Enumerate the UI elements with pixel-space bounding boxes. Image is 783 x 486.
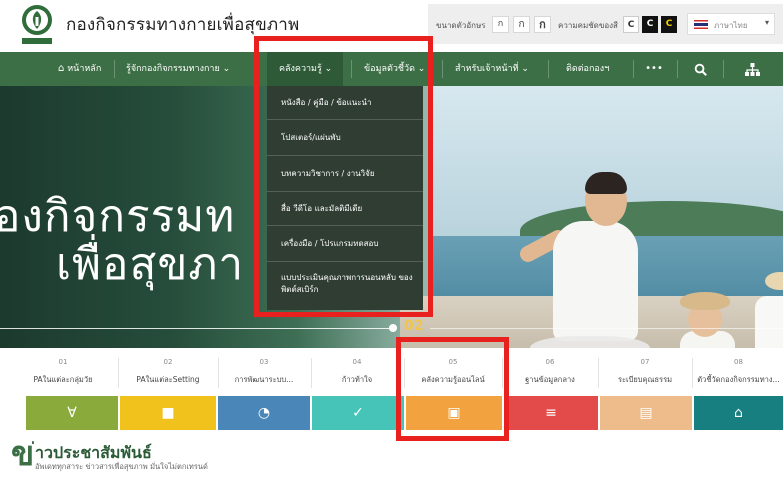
nav-contact[interactable]: ติดต่อกองฯ bbox=[566, 52, 609, 86]
hero-title-line2: เพื่อสุขภา bbox=[56, 239, 245, 290]
department-logo[interactable] bbox=[20, 4, 54, 46]
sitemap-icon bbox=[744, 63, 760, 76]
hero-person-hair bbox=[585, 172, 627, 194]
contrast-dark-button[interactable]: C bbox=[642, 16, 658, 33]
database-icon: ≡ bbox=[545, 405, 557, 421]
search-button[interactable] bbox=[680, 52, 720, 86]
quicklink-label: ระเบียบคุณธรรม bbox=[617, 375, 673, 384]
hero-hat bbox=[680, 292, 730, 310]
gauge-icon: ◔ bbox=[257, 405, 271, 421]
quicklink-number: 02 bbox=[163, 358, 173, 366]
contrast-yellow-button[interactable]: C bbox=[661, 16, 677, 33]
running-icon: ∀ bbox=[67, 405, 77, 421]
language-select[interactable]: ภาษาไทย ▾ bbox=[687, 13, 775, 35]
quicklink-4-icon-button[interactable]: ✓ bbox=[312, 396, 404, 430]
highlight-box-online-knowledge bbox=[396, 337, 509, 441]
quicklink-1[interactable]: 01 PAในแต่ละกลุ่มวัย bbox=[10, 348, 116, 396]
quicklink-divider bbox=[311, 358, 312, 388]
home-icon: ⌂ bbox=[58, 63, 65, 74]
slider-dot[interactable] bbox=[389, 324, 397, 332]
news-heading-initial: ข bbox=[11, 434, 35, 474]
quicklink-number: 04 bbox=[352, 358, 362, 366]
quicklink-label: ฐานข้อมูลกลาง bbox=[525, 375, 575, 384]
highlight-box-knowledge-menu bbox=[254, 36, 433, 317]
quicklink-number: 01 bbox=[58, 358, 68, 366]
quicklink-8-icon-button[interactable]: ⌂ bbox=[694, 396, 783, 430]
nav-divider bbox=[114, 60, 115, 78]
nav-divider bbox=[548, 60, 549, 78]
nav-divider bbox=[723, 60, 724, 78]
font-size-label: ขนาดตัวอักษร bbox=[436, 21, 486, 30]
site-title: กองกิจกรรมทางกายเพื่อสุขภาพ bbox=[66, 15, 300, 35]
more-menu-button[interactable]: ••• bbox=[634, 52, 674, 86]
sitemap-button[interactable] bbox=[732, 52, 772, 86]
nav-staff[interactable]: สำหรับเจ้าหน้าที่ ⌄ bbox=[455, 52, 529, 86]
quicklink-number: 06 bbox=[545, 358, 555, 366]
quicklink-3[interactable]: 03 การพัฒนาระบบ... bbox=[220, 348, 308, 396]
profile-card-icon: ▤ bbox=[639, 405, 653, 421]
quicklink-label: การพัฒนาระบบ... bbox=[234, 375, 294, 384]
language-value: ภาษาไทย bbox=[714, 21, 748, 30]
quicklink-divider bbox=[218, 358, 219, 388]
quicklink-1-icon-button[interactable]: ∀ bbox=[26, 396, 118, 430]
quicklink-number: 07 bbox=[640, 358, 650, 366]
quicklink-label: ตัวชี้วัดกองกิจกรรมทาง... bbox=[697, 375, 780, 384]
quicklink-8[interactable]: 08 ตัวชี้วัดกองกิจกรรมทาง... bbox=[694, 348, 783, 396]
quicklink-label: ก้าวท้าใจ bbox=[341, 375, 373, 384]
search-icon bbox=[694, 63, 707, 76]
quicklink-divider bbox=[598, 358, 599, 388]
quicklink-2[interactable]: 02 PAในแต่ละSetting bbox=[120, 348, 216, 396]
slide-number: 02 bbox=[404, 318, 424, 334]
nav-divider bbox=[442, 60, 443, 78]
hero-cloth bbox=[530, 336, 650, 348]
nav-home-label: หน้าหลัก bbox=[67, 64, 102, 74]
hero-person-kid bbox=[755, 296, 783, 348]
bank-icon: ⌂ bbox=[734, 405, 743, 421]
quicklink-divider bbox=[118, 358, 119, 388]
quicklink-icon-bar: ∀ ■ ◔ ✓ ▣ ≡ ▤ ⌂ bbox=[0, 396, 783, 430]
chevron-down-icon: ▾ bbox=[764, 18, 769, 27]
quicklink-3-icon-button[interactable]: ◔ bbox=[218, 396, 310, 430]
quick-links: 01 PAในแต่ละกลุ่มวัย 02 PAในแต่ละSetting… bbox=[0, 348, 783, 396]
nav-about[interactable]: รู้จักกองกิจกรรมทางกาย ⌄ bbox=[126, 52, 230, 86]
thai-flag-icon bbox=[694, 20, 708, 29]
contrast-label: ความคมชัดของสี bbox=[558, 21, 618, 30]
accessibility-toolbar: ขนาดตัวอักษร ก ก ก ความคมชัดของสี C C C … bbox=[428, 4, 783, 44]
quicklink-7[interactable]: 07 ระเบียบคุณธรรม bbox=[600, 348, 690, 396]
font-size-large-button[interactable]: ก bbox=[534, 16, 551, 33]
font-size-small-button[interactable]: ก bbox=[492, 16, 509, 33]
slider-progress-line bbox=[0, 328, 395, 329]
quicklink-divider bbox=[692, 358, 693, 388]
nav-home[interactable]: ⌂ หน้าหลัก bbox=[58, 52, 101, 86]
nav-divider bbox=[677, 60, 678, 78]
slider-progress-line bbox=[430, 328, 783, 329]
contrast-normal-button[interactable]: C bbox=[623, 16, 639, 33]
quicklink-4[interactable]: 04 ก้าวท้าใจ bbox=[313, 348, 401, 396]
quicklink-number: 08 bbox=[734, 358, 743, 366]
quicklink-label: PAในแต่ละกลุ่มวัย bbox=[33, 375, 93, 384]
quicklink-2-icon-button[interactable]: ■ bbox=[120, 396, 216, 430]
video-icon: ■ bbox=[161, 405, 175, 421]
quicklink-6-icon-button[interactable]: ≡ bbox=[504, 396, 598, 430]
quicklink-label: PAในแต่ละSetting bbox=[136, 375, 200, 384]
quicklink-6[interactable]: 06 ฐานข้อมูลกลาง bbox=[504, 348, 596, 396]
quicklink-7-icon-button[interactable]: ▤ bbox=[600, 396, 692, 430]
hero-person-man bbox=[553, 221, 638, 341]
font-size-medium-button[interactable]: ก bbox=[513, 16, 530, 33]
check-icon: ✓ bbox=[352, 405, 364, 421]
quicklink-number: 03 bbox=[259, 358, 269, 366]
news-subheading: อัพเดททุกสาระ ข่าวสารเพื่อสุขภาพ มั่นใจไ… bbox=[35, 462, 208, 471]
